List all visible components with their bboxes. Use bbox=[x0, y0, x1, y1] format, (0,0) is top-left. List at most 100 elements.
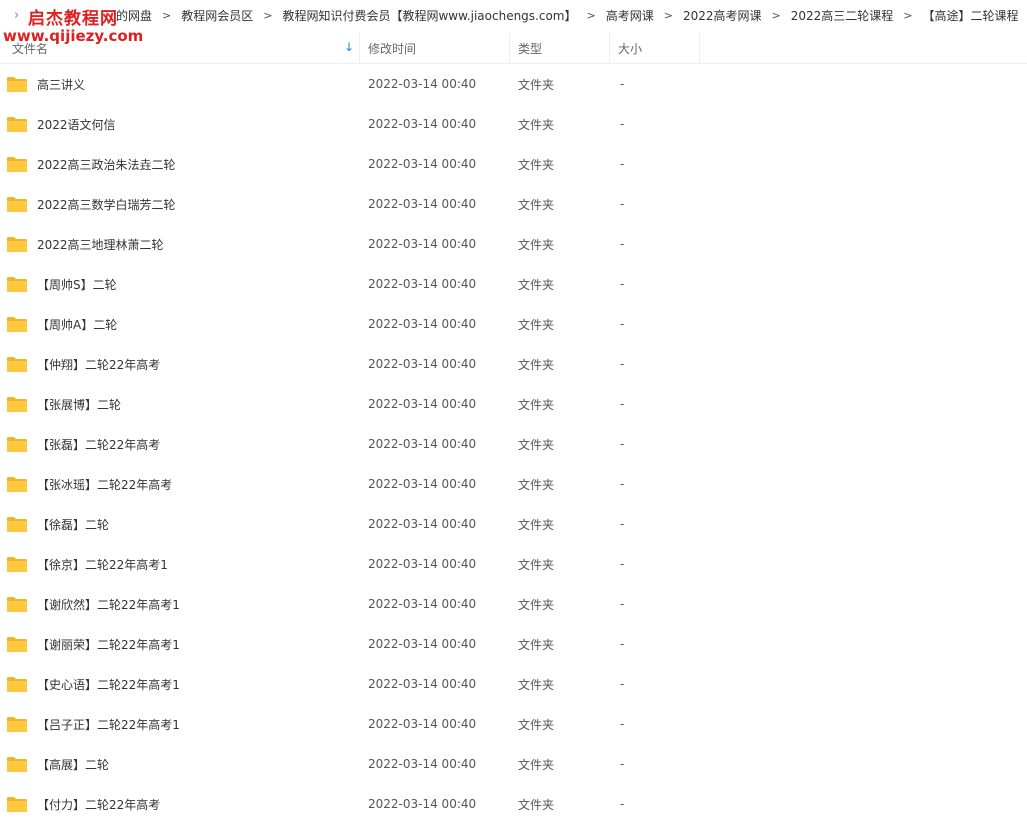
arrow-down-icon[interactable]: ↓ bbox=[344, 40, 354, 54]
file-name: 2022高三数学白瑞芳二轮 bbox=[37, 197, 176, 212]
file-name-cell[interactable]: 【张磊】二轮22年高考 bbox=[0, 436, 360, 453]
table-row[interactable]: 【付力】二轮22年高考 2022-03-14 00:40 文件夹 - bbox=[0, 784, 1027, 820]
folder-icon bbox=[6, 516, 28, 533]
file-name-cell[interactable]: 2022高三地理林萧二轮 bbox=[0, 236, 360, 253]
file-name-cell[interactable]: 2022高三政治朱法垚二轮 bbox=[0, 156, 360, 173]
breadcrumb-item-senior-three[interactable]: 2022高三二轮课程 bbox=[791, 7, 894, 24]
file-name-cell[interactable]: 2022高三数学白瑞芳二轮 bbox=[0, 196, 360, 213]
table-row[interactable]: 2022高三政治朱法垚二轮 2022-03-14 00:40 文件夹 - bbox=[0, 144, 1027, 184]
folder-icon bbox=[6, 676, 28, 693]
file-type: 文件夹 bbox=[518, 77, 555, 92]
file-type: 文件夹 bbox=[518, 717, 555, 732]
file-mtime: 2022-03-14 00:40 bbox=[368, 677, 477, 691]
file-size: - bbox=[620, 437, 625, 451]
table-row[interactable]: 【周帅S】二轮 2022-03-14 00:40 文件夹 - bbox=[0, 264, 1027, 304]
file-name-cell[interactable]: 【高展】二轮 bbox=[0, 756, 360, 773]
file-name: 【周帅S】二轮 bbox=[37, 277, 117, 292]
table-row[interactable]: 【谢丽荣】二轮22年高考1 2022-03-14 00:40 文件夹 - bbox=[0, 624, 1027, 664]
file-name-cell[interactable]: 【徐磊】二轮 bbox=[0, 516, 360, 533]
file-size: - bbox=[620, 557, 625, 571]
file-type: 文件夹 bbox=[518, 437, 555, 452]
file-size: - bbox=[620, 757, 625, 771]
file-type: 文件夹 bbox=[518, 797, 555, 812]
file-type: 文件夹 bbox=[518, 477, 555, 492]
file-name-cell[interactable]: 【仲翔】二轮22年高考 bbox=[0, 356, 360, 373]
table-row[interactable]: 2022语文何信 2022-03-14 00:40 文件夹 - bbox=[0, 104, 1027, 144]
file-type: 文件夹 bbox=[518, 397, 555, 412]
file-size: - bbox=[620, 717, 625, 731]
file-name: 【史心语】二轮22年高考1 bbox=[37, 677, 180, 692]
file-type: 文件夹 bbox=[518, 237, 555, 252]
file-mtime: 2022-03-14 00:40 bbox=[368, 437, 477, 451]
file-size: - bbox=[620, 317, 625, 331]
file-name-cell[interactable]: 【付力】二轮22年高考 bbox=[0, 796, 360, 813]
watermark-title: 启杰教程网 bbox=[28, 9, 118, 29]
table-row[interactable]: 2022高三地理林萧二轮 2022-03-14 00:40 文件夹 - bbox=[0, 224, 1027, 264]
chevron-right-icon: > bbox=[586, 8, 596, 22]
breadcrumb-item-current[interactable]: 【高途】二轮课程 bbox=[922, 7, 1018, 24]
table-row[interactable]: 【仲翔】二轮22年高考 2022-03-14 00:40 文件夹 - bbox=[0, 344, 1027, 384]
folder-icon bbox=[6, 596, 28, 613]
file-mtime: 2022-03-14 00:40 bbox=[368, 797, 477, 811]
file-name-cell[interactable]: 【徐京】二轮22年高考1 bbox=[0, 556, 360, 573]
file-mtime: 2022-03-14 00:40 bbox=[368, 557, 477, 571]
file-name-cell[interactable]: 【史心语】二轮22年高考1 bbox=[0, 676, 360, 693]
file-name-cell[interactable]: 【周帅S】二轮 bbox=[0, 276, 360, 293]
breadcrumb-item-gaokao[interactable]: 高考网课 bbox=[606, 7, 654, 24]
folder-icon bbox=[6, 196, 28, 213]
chevron-right-icon: > bbox=[162, 8, 172, 22]
table-row[interactable]: 【徐磊】二轮 2022-03-14 00:40 文件夹 - bbox=[0, 504, 1027, 544]
file-size: - bbox=[620, 597, 625, 611]
table-row[interactable]: 2022高三数学白瑞芳二轮 2022-03-14 00:40 文件夹 - bbox=[0, 184, 1027, 224]
file-mtime: 2022-03-14 00:40 bbox=[368, 357, 477, 371]
file-name-cell[interactable]: 【周帅A】二轮 bbox=[0, 316, 360, 333]
column-size[interactable]: 大小 bbox=[610, 33, 700, 64]
table-row[interactable]: 【周帅A】二轮 2022-03-14 00:40 文件夹 - bbox=[0, 304, 1027, 344]
file-name-cell[interactable]: 【张展博】二轮 bbox=[0, 396, 360, 413]
file-type: 文件夹 bbox=[518, 317, 555, 332]
file-name-cell[interactable]: 2022语文何信 bbox=[0, 116, 360, 133]
breadcrumb-item-member-area[interactable]: 教程网会员区 bbox=[181, 7, 253, 24]
table-row[interactable]: 【张展博】二轮 2022-03-14 00:40 文件夹 - bbox=[0, 384, 1027, 424]
file-size: - bbox=[620, 237, 625, 251]
file-name: 【付力】二轮22年高考 bbox=[37, 797, 161, 812]
file-size: - bbox=[620, 517, 625, 531]
file-size: - bbox=[620, 277, 625, 291]
table-row[interactable]: 【张冰瑶】二轮22年高考 2022-03-14 00:40 文件夹 - bbox=[0, 464, 1027, 504]
file-name-cell[interactable]: 高三讲义 bbox=[0, 76, 360, 93]
folder-icon bbox=[6, 396, 28, 413]
file-mtime: 2022-03-14 00:40 bbox=[368, 197, 477, 211]
file-name: 【谢欣然】二轮22年高考1 bbox=[37, 597, 180, 612]
table-row[interactable]: 【吕子正】二轮22年高考1 2022-03-14 00:40 文件夹 - bbox=[0, 704, 1027, 744]
file-name: 【徐磊】二轮 bbox=[37, 517, 110, 532]
file-size: - bbox=[620, 397, 625, 411]
file-size: - bbox=[620, 477, 625, 491]
file-mtime: 2022-03-14 00:40 bbox=[368, 277, 477, 291]
table-row[interactable]: 【张磊】二轮22年高考 2022-03-14 00:40 文件夹 - bbox=[0, 424, 1027, 464]
column-mtime-label: 修改时间 bbox=[368, 42, 417, 56]
chevron-right-icon: > bbox=[663, 8, 673, 22]
file-size: - bbox=[620, 77, 625, 91]
table-row[interactable]: 【谢欣然】二轮22年高考1 2022-03-14 00:40 文件夹 - bbox=[0, 584, 1027, 624]
file-name-cell[interactable]: 【吕子正】二轮22年高考1 bbox=[0, 716, 360, 733]
folder-icon bbox=[6, 796, 28, 813]
file-name-cell[interactable]: 【谢欣然】二轮22年高考1 bbox=[0, 596, 360, 613]
breadcrumb-item-paid-member[interactable]: 教程网知识付费会员【教程网www.jiaochengs.com】 bbox=[282, 7, 576, 24]
column-mtime[interactable]: 修改时间 bbox=[360, 33, 510, 64]
table-row[interactable]: 高三讲义 2022-03-14 00:40 文件夹 - bbox=[0, 64, 1027, 104]
table-row[interactable]: 【徐京】二轮22年高考1 2022-03-14 00:40 文件夹 - bbox=[0, 544, 1027, 584]
chevron-right-icon: > bbox=[903, 8, 913, 22]
file-name: 2022高三政治朱法垚二轮 bbox=[37, 157, 176, 172]
breadcrumb-item-gaokao-2022[interactable]: 2022高考网课 bbox=[683, 7, 762, 24]
file-list: 高三讲义 2022-03-14 00:40 文件夹 - 2022语文何信 2022-03-… bbox=[0, 64, 1027, 820]
file-type: 文件夹 bbox=[518, 597, 555, 612]
folder-icon bbox=[6, 316, 28, 333]
file-name: 【张磊】二轮22年高考 bbox=[37, 437, 161, 452]
file-name-cell[interactable]: 【张冰瑶】二轮22年高考 bbox=[0, 476, 360, 493]
table-row[interactable]: 【高展】二轮 2022-03-14 00:40 文件夹 - bbox=[0, 744, 1027, 784]
file-name-cell[interactable]: 【谢丽荣】二轮22年高考1 bbox=[0, 636, 360, 653]
file-type: 文件夹 bbox=[518, 277, 555, 292]
column-type[interactable]: 类型 bbox=[510, 33, 610, 64]
table-row[interactable]: 【史心语】二轮22年高考1 2022-03-14 00:40 文件夹 - bbox=[0, 664, 1027, 704]
file-type: 文件夹 bbox=[518, 517, 555, 532]
